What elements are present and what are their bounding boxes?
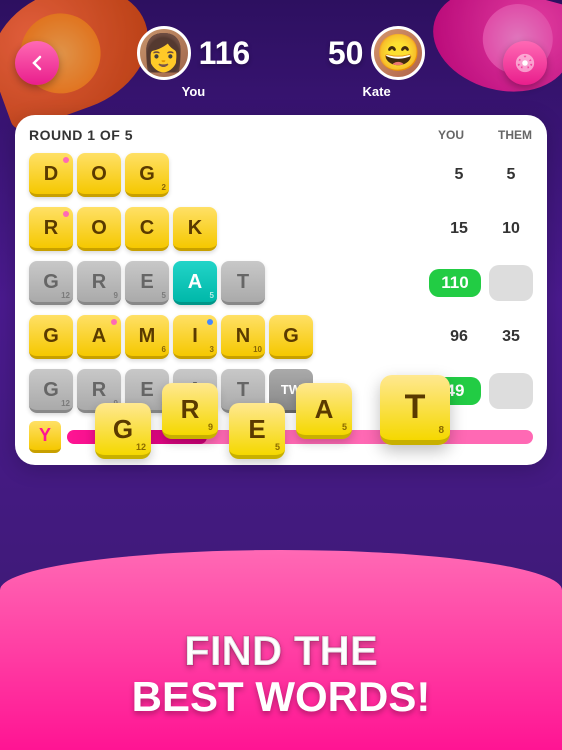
float-tile-R: R 9 <box>162 383 218 439</box>
tile-D: D <box>29 153 73 197</box>
header: 116 You 50 Kate <box>0 0 562 115</box>
dot-pink <box>63 157 69 163</box>
scores-gaming: 96 35 <box>437 328 533 346</box>
tile-A-gaming: A <box>77 315 121 359</box>
you-score-dog: 5 <box>437 166 481 184</box>
tile-R: R <box>29 207 73 251</box>
float-tile-E: E 5 <box>229 403 285 459</box>
them-score-gaming: 35 <box>489 328 533 346</box>
round-header: ROUND 1 OF 5 YOU THEM <box>29 127 533 143</box>
word-row-rock: R O C K 15 10 <box>29 205 533 253</box>
tile-I-gaming: I 3 <box>173 315 217 359</box>
you-score-great1: 110 <box>429 269 481 297</box>
you-score-rock: 15 <box>437 220 481 238</box>
tiles-great1: G 12 R 9 E 5 A 5 T <box>29 261 421 305</box>
score-kate: 50 <box>328 35 364 72</box>
score-you: 116 <box>199 35 251 72</box>
tile-O2: O <box>77 207 121 251</box>
player-you-section: 116 You <box>137 26 251 99</box>
dot-blue-gaming <box>207 319 213 325</box>
word-row-gaming: G A M 6 I 3 N 10 G 96 <box>29 313 533 361</box>
cta-text: FIND THE BEST WORDS! <box>0 628 562 720</box>
col-them: THEM <box>497 128 533 142</box>
tiles-gaming: G A M 6 I 3 N 10 G <box>29 315 429 359</box>
tiles-rock: R O C K <box>29 207 429 251</box>
tile-G-gray: G 12 <box>29 261 73 305</box>
tiles-dog: D O G 2 <box>29 153 429 197</box>
scores-great1: 110 <box>429 265 533 301</box>
float-tile-G: G 12 <box>95 403 151 459</box>
tile-O: O <box>77 153 121 197</box>
word-row-great1: G 12 R 9 E 5 A 5 T 110 <box>29 259 533 307</box>
tile-R-gray: R 9 <box>77 261 121 305</box>
tile-E-gray: E 5 <box>125 261 169 305</box>
float-tile-A: A 5 <box>296 383 352 439</box>
player-kate-name: Kate <box>363 84 391 99</box>
cta-line1: FIND THE <box>0 628 562 674</box>
scores-rock: 15 10 <box>437 220 533 238</box>
tile-K: K <box>173 207 217 251</box>
float-tile-T: T 8 <box>380 375 450 445</box>
tile-C: C <box>125 207 169 251</box>
them-score-rock: 10 <box>489 220 533 238</box>
avatar-kate <box>371 26 425 80</box>
tile-N-gaming: N 10 <box>221 315 265 359</box>
round-label: ROUND 1 OF 5 <box>29 127 133 143</box>
them-score-great1 <box>489 265 533 301</box>
scores-dog: 5 5 <box>437 166 533 184</box>
dot-gaming <box>111 319 117 325</box>
player-kate-section: 50 Kate <box>328 26 426 99</box>
avatar-you <box>137 26 191 80</box>
you-score-gaming: 96 <box>437 328 481 346</box>
dot-pink-r <box>63 211 69 217</box>
score-headers: YOU THEM <box>433 128 533 142</box>
tile-A-cyan: A 5 <box>173 261 217 305</box>
them-score-dog: 5 <box>489 166 533 184</box>
settings-button[interactable] <box>503 41 547 85</box>
cta-line2: BEST WORDS! <box>0 674 562 720</box>
word-row-dog: D O G 2 5 5 <box>29 151 533 199</box>
tile-T-gray: T <box>221 261 265 305</box>
tile-G: G 2 <box>125 153 169 197</box>
tile-G2-gaming: G <box>269 315 313 359</box>
tile-G-gaming: G <box>29 315 73 359</box>
tile-M-gaming: M 6 <box>125 315 169 359</box>
back-button[interactable] <box>15 41 59 85</box>
player-you-name: You <box>182 84 206 99</box>
floating-tiles: G 12 R 9 E 5 A 5 T 8 <box>0 375 562 555</box>
col-you: YOU <box>433 128 469 142</box>
